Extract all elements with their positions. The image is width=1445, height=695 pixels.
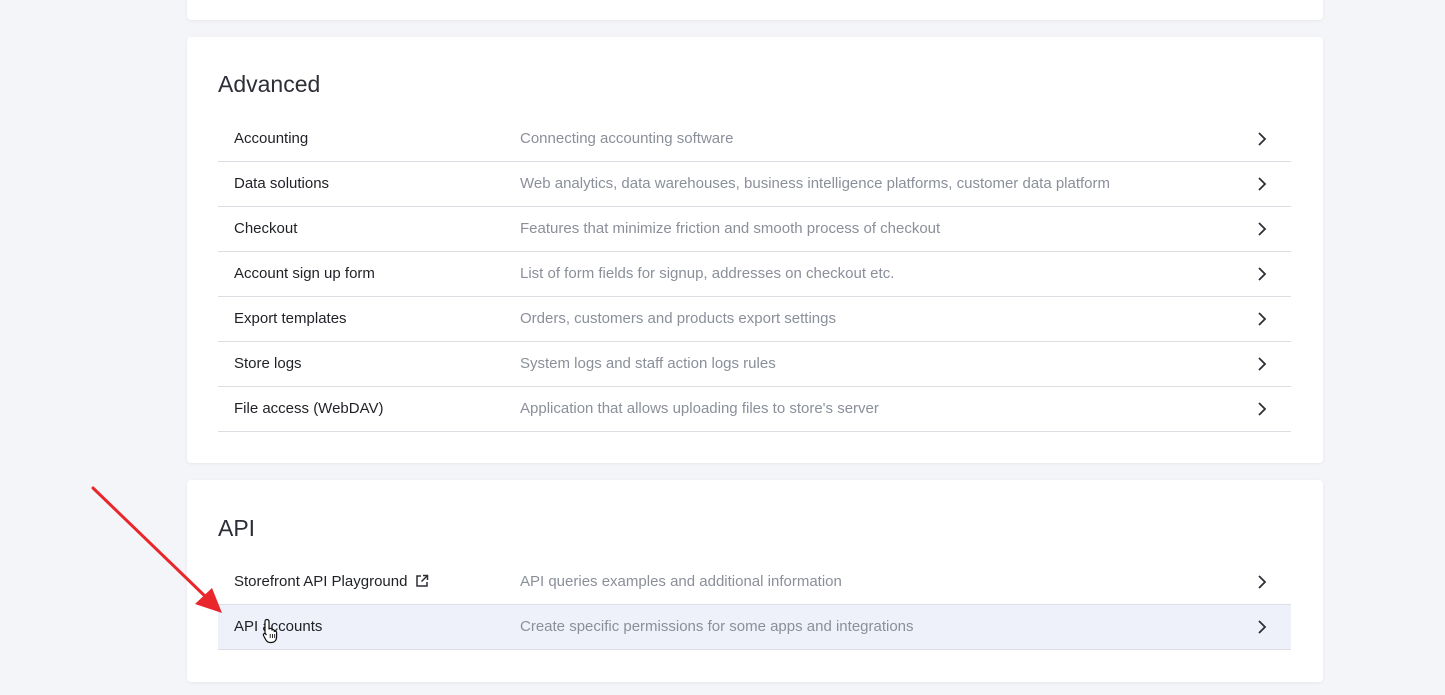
row-label: Data solutions bbox=[234, 175, 330, 192]
row-description: Web analytics, data warehouses, business… bbox=[520, 175, 1111, 192]
row-label: File access (WebDAV) bbox=[234, 400, 384, 417]
row-label: Checkout bbox=[234, 220, 298, 237]
red-arrow-annotation bbox=[91, 486, 222, 613]
hand-pointer-cursor-icon bbox=[262, 618, 278, 644]
row-label: Storefront API Playground bbox=[234, 573, 408, 590]
row-description: Connecting accounting software bbox=[520, 130, 734, 147]
row-description: API queries examples and additional info… bbox=[520, 573, 842, 590]
section-title-advanced: Advanced bbox=[218, 71, 321, 97]
row-description: Application that allows uploading files … bbox=[520, 400, 879, 417]
row-label: Account sign up form bbox=[234, 265, 375, 282]
chevron-right-icon bbox=[1258, 402, 1267, 416]
settings-row-store-logs[interactable]: Store logs System logs and staff action … bbox=[218, 342, 1291, 387]
chevron-right-icon bbox=[1258, 222, 1267, 236]
row-description: List of form fields for signup, addresse… bbox=[520, 265, 895, 282]
chevron-right-icon bbox=[1258, 267, 1267, 281]
row-label: Accounting bbox=[234, 130, 309, 147]
chevron-right-icon bbox=[1258, 177, 1267, 191]
settings-row-storefront-api-playground[interactable]: Storefront API Playground API queries ex… bbox=[218, 560, 1291, 605]
settings-row-accounting[interactable]: Accounting Connecting accounting softwar… bbox=[218, 117, 1291, 162]
row-description: System logs and staff action logs rules bbox=[520, 355, 776, 372]
chevron-right-icon bbox=[1258, 312, 1267, 326]
settings-row-checkout[interactable]: Checkout Features that minimize friction… bbox=[218, 207, 1291, 252]
advanced-settings-list: Accounting Connecting accounting softwar… bbox=[218, 117, 1291, 432]
row-description: Features that minimize friction and smoo… bbox=[520, 220, 941, 237]
row-description: Create specific permissions for some app… bbox=[520, 618, 914, 635]
settings-row-export-templates[interactable]: Export templates Orders, customers and p… bbox=[218, 297, 1291, 342]
chevron-right-icon bbox=[1258, 620, 1267, 634]
row-label-with-icon: Storefront API Playground bbox=[234, 560, 429, 604]
advanced-settings-card: Advanced Accounting Connecting accountin… bbox=[187, 37, 1323, 463]
chevron-right-icon bbox=[1258, 132, 1267, 146]
settings-row-api-accounts[interactable]: API accounts Create specific permissions… bbox=[218, 605, 1291, 650]
chevron-right-icon bbox=[1258, 357, 1267, 371]
api-settings-card: API Storefront API Playground API querie… bbox=[187, 480, 1323, 682]
row-description: Orders, customers and products export se… bbox=[520, 310, 836, 327]
chevron-right-icon bbox=[1258, 575, 1267, 589]
settings-row-account-sign-up-form[interactable]: Account sign up form List of form fields… bbox=[218, 252, 1291, 297]
row-label: Export templates bbox=[234, 310, 347, 327]
api-settings-list: Storefront API Playground API queries ex… bbox=[218, 560, 1291, 650]
row-label: Store logs bbox=[234, 355, 302, 372]
external-link-icon bbox=[416, 574, 429, 587]
settings-row-file-access-webdav[interactable]: File access (WebDAV) Application that al… bbox=[218, 387, 1291, 432]
settings-card-previous bbox=[187, 0, 1323, 20]
settings-row-data-solutions[interactable]: Data solutions Web analytics, data wareh… bbox=[218, 162, 1291, 207]
